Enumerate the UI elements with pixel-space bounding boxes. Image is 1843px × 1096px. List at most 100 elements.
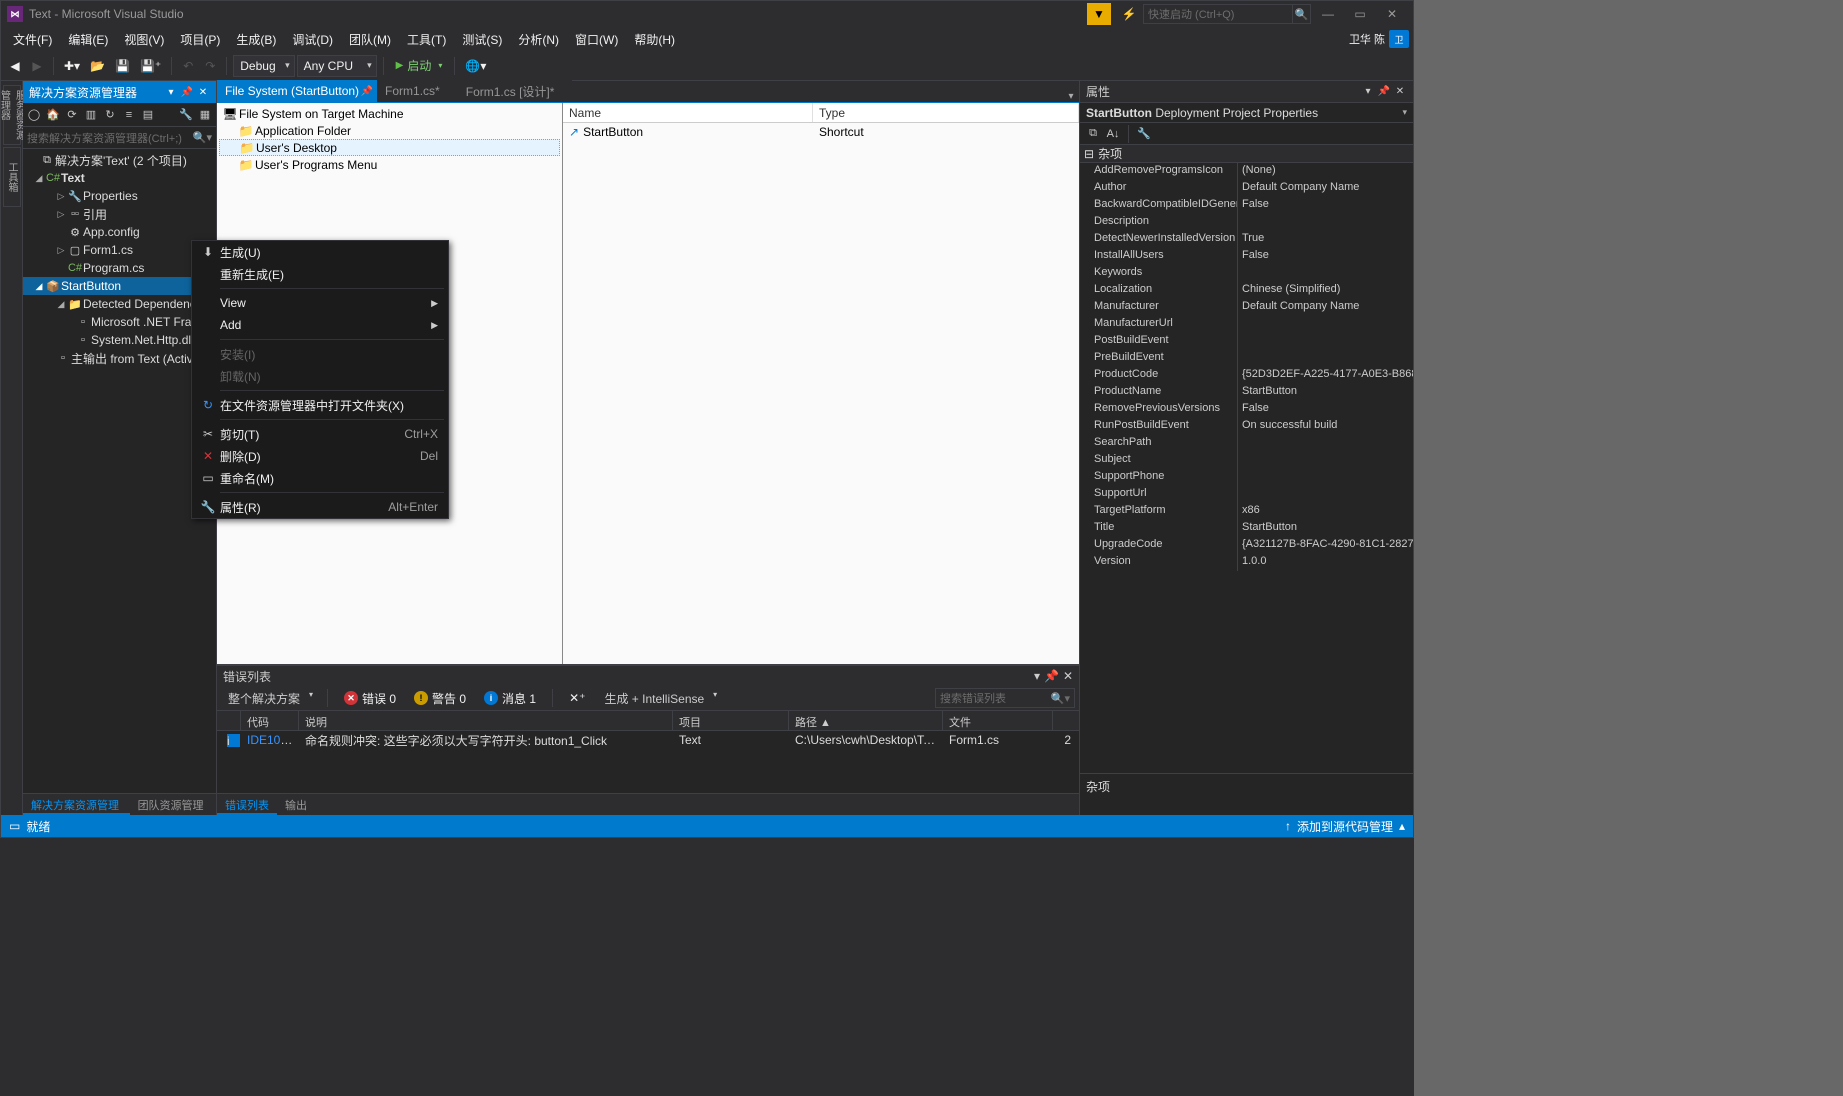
save-button[interactable]: 💾	[111, 55, 134, 77]
error-row[interactable]: i IDE1006 命名规则冲突: 这些字必须以大写字符开头: button1_…	[217, 731, 1079, 749]
http-dll-node[interactable]: ▫System.Net.Http.dll	[23, 331, 216, 349]
ctx-view[interactable]: View▶	[192, 292, 448, 314]
maximize-button[interactable]: ▭	[1345, 3, 1375, 25]
program-node[interactable]: C#Program.cs	[23, 259, 216, 277]
properties-node[interactable]: ▷🔧Properties	[23, 187, 216, 205]
error-list-header[interactable]: 错误列表 ▾ 📌 ✕	[217, 666, 1079, 686]
preview-icon[interactable]: ▦	[196, 106, 214, 124]
server-explorer-tab[interactable]: 服务器资源管理器	[3, 85, 21, 145]
fs-root-node[interactable]: 🖥File System on Target Machine	[219, 105, 560, 122]
property-row[interactable]: SearchPath	[1080, 435, 1413, 452]
property-row[interactable]: ManufacturerDefault Company Name	[1080, 299, 1413, 316]
toolbox-tab[interactable]: 工具箱	[3, 147, 21, 207]
references-node[interactable]: ▷▫▫引用	[23, 205, 216, 223]
property-value[interactable]: True	[1238, 231, 1413, 248]
menu-team[interactable]: 团队(M)	[341, 28, 399, 51]
open-file-button[interactable]: 📂	[86, 55, 109, 77]
menu-edit[interactable]: 编辑(E)	[60, 28, 116, 51]
tab-form1-cs[interactable]: Form1.cs*	[377, 80, 458, 102]
property-value[interactable]	[1238, 265, 1413, 282]
col-icon[interactable]	[217, 711, 241, 730]
tab-pin-icon[interactable]: 📌	[361, 86, 373, 97]
panel-dropdown-icon[interactable]: ▾	[1034, 669, 1040, 683]
fs-col-type[interactable]: Type	[813, 103, 1079, 122]
property-row[interactable]: SupportPhone	[1080, 469, 1413, 486]
startbutton-project-node[interactable]: ◢📦StartButton	[23, 277, 216, 295]
signed-in-user[interactable]: 卫华 陈	[1349, 31, 1385, 47]
property-value[interactable]	[1238, 435, 1413, 452]
primary-output-node[interactable]: ▫主输出 from Text (Active	[23, 349, 216, 367]
panel-close-icon[interactable]: ✕	[1063, 669, 1073, 683]
ctx-open-in-explorer[interactable]: ↻在文件资源管理器中打开文件夹(X)	[192, 394, 448, 416]
properties-header[interactable]: 属性 ▾ 📌 ✕	[1080, 81, 1413, 103]
scm-label[interactable]: 添加到源代码管理	[1297, 818, 1393, 835]
fs-app-folder-node[interactable]: 📁Application Folder	[219, 122, 560, 139]
alphabetical-icon[interactable]: A↓	[1104, 125, 1122, 143]
ctx-rename[interactable]: ▭重命名(M)	[192, 467, 448, 489]
properties-icon[interactable]: 🔧	[177, 106, 195, 124]
filter-icon[interactable]: ▤	[139, 106, 157, 124]
error-code-link[interactable]: IDE1006	[247, 733, 294, 747]
property-value[interactable]	[1238, 316, 1413, 333]
property-value[interactable]: x86	[1238, 503, 1413, 520]
properties-subject[interactable]: StartButton Deployment Project Propertie…	[1080, 103, 1413, 123]
col-file[interactable]: 文件	[943, 711, 1053, 730]
solution-search-input[interactable]: 搜索解决方案资源管理器(Ctrl+;) 🔍▾	[23, 127, 216, 149]
menu-debug[interactable]: 调试(D)	[284, 28, 341, 51]
ctx-cut[interactable]: ✂剪切(T)Ctrl+X	[192, 423, 448, 445]
back-icon[interactable]: ◯	[25, 106, 43, 124]
property-row[interactable]: TargetPlatformx86	[1080, 503, 1413, 520]
property-row[interactable]: AddRemoveProgramsIcon(None)	[1080, 163, 1413, 180]
property-value[interactable]	[1238, 333, 1413, 350]
col-path[interactable]: 路径 ▲	[789, 711, 943, 730]
panel-dropdown-icon[interactable]: ▾	[1361, 85, 1375, 99]
property-value[interactable]: False	[1238, 401, 1413, 418]
menu-window[interactable]: 窗口(W)	[567, 28, 626, 51]
menu-analyze[interactable]: 分析(N)	[510, 28, 567, 51]
property-value[interactable]: Chinese (Simplified)	[1238, 282, 1413, 299]
property-row[interactable]: AuthorDefault Company Name	[1080, 180, 1413, 197]
start-debugging-button[interactable]: ▶启动▾	[390, 55, 449, 77]
messages-filter-button[interactable]: i消息 1	[478, 688, 542, 709]
property-value[interactable]	[1238, 469, 1413, 486]
tab-error-list[interactable]: 错误列表	[217, 794, 277, 815]
property-value[interactable]: 1.0.0	[1238, 554, 1413, 571]
panel-close-icon[interactable]: ✕	[196, 85, 210, 99]
property-value[interactable]: StartButton	[1238, 520, 1413, 537]
menu-test[interactable]: 测试(S)	[454, 28, 510, 51]
panel-close-icon[interactable]: ✕	[1393, 85, 1407, 99]
property-row[interactable]: UpgradeCode{A321127B-8FAC-4290-81C1-2827…	[1080, 537, 1413, 554]
property-value[interactable]: Default Company Name	[1238, 180, 1413, 197]
refresh-icon[interactable]: ↻	[101, 106, 119, 124]
property-value[interactable]	[1238, 214, 1413, 231]
browser-link-button[interactable]: 🌐▾	[461, 55, 490, 77]
panel-pin-icon[interactable]: 📌	[1377, 85, 1391, 99]
sync-icon[interactable]: ⟳	[63, 106, 81, 124]
platform-select[interactable]: Any CPU	[297, 55, 377, 77]
property-row[interactable]: PreBuildEvent	[1080, 350, 1413, 367]
property-row[interactable]: ManufacturerUrl	[1080, 316, 1413, 333]
config-select[interactable]: Debug	[233, 55, 294, 77]
property-row[interactable]: BackwardCompatibleIDGeneraticFalse	[1080, 197, 1413, 214]
fs-desktop-node[interactable]: 📁User's Desktop	[219, 139, 560, 156]
tab-file-system[interactable]: File System (StartButton)📌	[217, 80, 377, 102]
user-avatar-icon[interactable]: 卫	[1389, 30, 1409, 48]
error-scope-select[interactable]: 整个解决方案	[221, 687, 317, 710]
categorized-icon[interactable]: ⧉	[1084, 125, 1102, 143]
dotnet-dep-node[interactable]: ▫Microsoft .NET Fram	[23, 313, 216, 331]
property-row[interactable]: Version1.0.0	[1080, 554, 1413, 571]
panel-pin-icon[interactable]: 📌	[180, 85, 194, 99]
menu-project[interactable]: 项目(P)	[172, 28, 228, 51]
property-row[interactable]: TitleStartButton	[1080, 520, 1413, 537]
property-value[interactable]: StartButton	[1238, 384, 1413, 401]
clear-filter-button[interactable]: ✕⁺	[563, 689, 591, 707]
property-row[interactable]: DetectNewerInstalledVersionTrue	[1080, 231, 1413, 248]
home-icon[interactable]: 🏠	[44, 106, 62, 124]
solution-explorer-header[interactable]: 解决方案资源管理器 ▾ 📌 ✕	[23, 81, 216, 103]
property-value[interactable]: {52D3D2EF-A225-4177-A0E3-B86829E	[1238, 367, 1413, 384]
quick-launch-search-icon[interactable]: 🔍	[1293, 4, 1311, 24]
quick-launch-search[interactable]: 快速启动 (Ctrl+Q)	[1143, 4, 1293, 24]
new-project-button[interactable]: ✚▾	[60, 55, 84, 77]
tab-form1-design[interactable]: Form1.cs [设计]*	[458, 80, 573, 102]
show-all-icon[interactable]: ▥	[82, 106, 100, 124]
